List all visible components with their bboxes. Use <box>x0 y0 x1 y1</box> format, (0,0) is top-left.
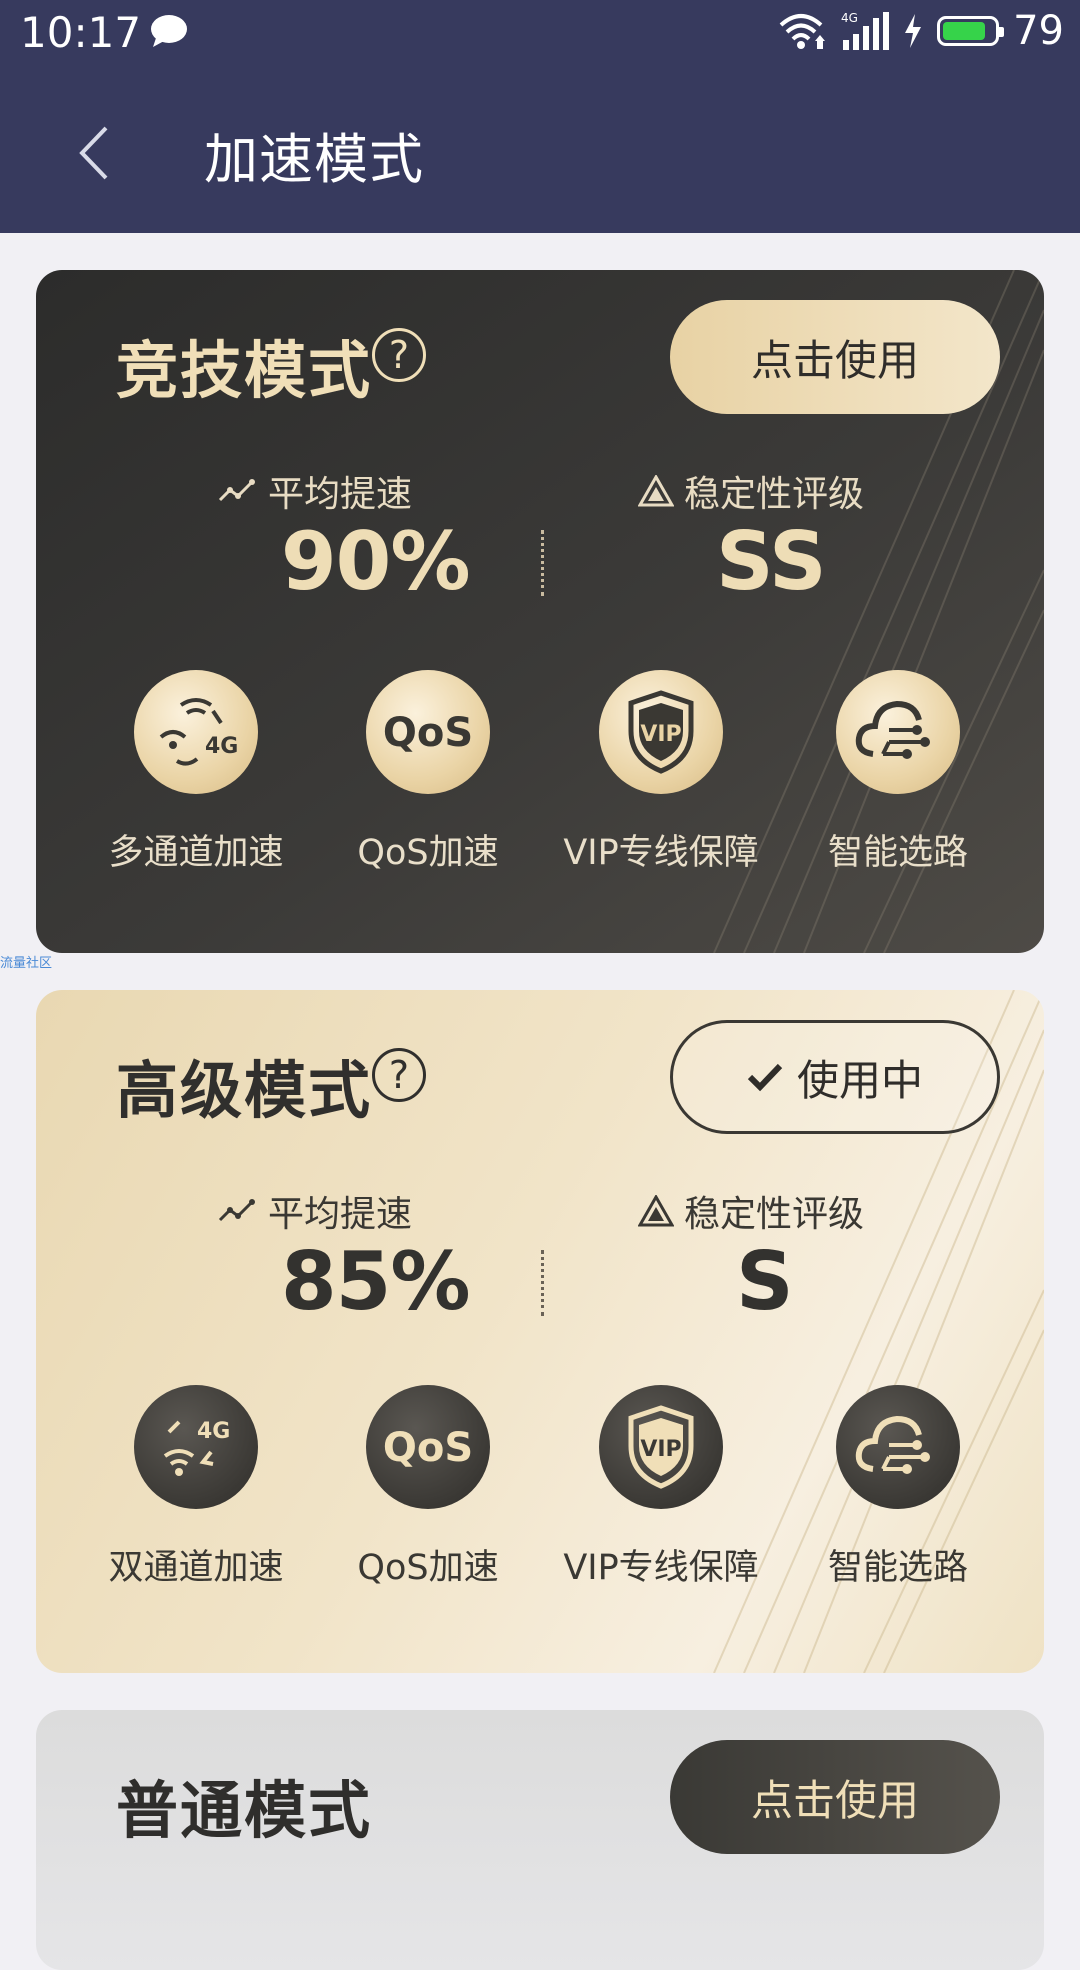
qos-icon-label: QoS <box>383 710 473 756</box>
mode-title: 竞技模式 <box>116 334 373 407</box>
stability-label: 稳定性评级 <box>638 1185 864 1237</box>
help-icon[interactable]: ? <box>372 1048 426 1102</box>
feature-dualchannel: 4G 双通道加速 <box>81 1385 311 1590</box>
feature-qos: QoS QoS加速 <box>313 670 543 875</box>
watermark-text: 流量社区 <box>0 956 53 971</box>
competitive-mode-card: 竞技模式 ? 点击使用 平均提速 90% 稳定性评级 SS 4G 多通道加速 Q… <box>36 270 1044 953</box>
in-use-button[interactable]: 使用中 <box>670 1020 1000 1134</box>
trend-icon <box>218 1199 255 1222</box>
qos-icon-label: QoS <box>383 1425 473 1471</box>
feature-smart-route: 智能选路 <box>783 670 1013 875</box>
use-mode-button[interactable]: 点击使用 <box>670 1740 1000 1854</box>
stat-divider <box>541 1250 544 1316</box>
stability-value: S <box>736 1235 794 1328</box>
avg-speed-label: 平均提速 <box>218 465 412 517</box>
signal-4g-icon: 4G <box>841 11 890 50</box>
normal-mode-card: 普通模式 点击使用 <box>36 1710 1044 1970</box>
mode-title: 高级模式 <box>116 1054 373 1127</box>
feature-vip: VIP VIP专线保障 <box>546 670 776 875</box>
advanced-mode-card: 高级模式 ? 使用中 平均提速 85% 稳定性评级 S 4G 双通道加速 QoS… <box>36 990 1044 1673</box>
feature-qos: QoS QoS加速 <box>313 1385 543 1590</box>
qos-icon: QoS <box>366 1385 490 1509</box>
dualchannel-4g-label: 4G <box>197 1419 230 1444</box>
stability-value: SS <box>716 515 827 608</box>
back-arrow-icon[interactable] <box>70 118 120 188</box>
avg-speed-value: 90% <box>281 515 470 608</box>
multichannel-icon: 4G <box>134 670 258 794</box>
feature-label: 智能选路 <box>827 833 968 873</box>
feature-label: VIP专线保障 <box>563 1548 759 1588</box>
charging-bolt-icon <box>905 14 922 48</box>
cloud-route-icon <box>836 670 960 794</box>
stability-label: 稳定性评级 <box>638 465 864 517</box>
feature-vip: VIP VIP专线保障 <box>546 1385 776 1590</box>
status-bar: 10:17 4G 79 <box>0 0 1080 66</box>
battery-icon <box>937 16 1005 46</box>
wifi-icon <box>779 14 826 49</box>
chat-bubble-icon <box>151 15 187 47</box>
help-icon[interactable]: ? <box>372 328 426 382</box>
feature-smart-route: 智能选路 <box>783 1385 1013 1590</box>
dualchannel-icon: 4G <box>134 1385 258 1509</box>
multichannel-4g-label: 4G <box>205 734 238 759</box>
page-title: 加速模式 <box>204 128 424 191</box>
cloud-route-icon <box>836 1385 960 1509</box>
avg-speed-value: 85% <box>281 1235 470 1328</box>
feature-label: 多通道加速 <box>108 833 284 873</box>
warning-triangle-icon <box>638 1195 674 1227</box>
feature-label: QoS加速 <box>357 833 499 873</box>
battery-level: 79 <box>1013 8 1064 54</box>
status-icons: 4G 79 <box>777 6 1064 56</box>
trend-icon <box>218 479 255 502</box>
use-mode-button[interactable]: 点击使用 <box>670 300 1000 414</box>
qos-icon: QoS <box>366 670 490 794</box>
feature-label: 双通道加速 <box>108 1548 284 1588</box>
warning-triangle-icon <box>638 475 674 507</box>
stat-divider <box>541 530 544 596</box>
status-time: 10:17 <box>20 8 142 57</box>
signal-4g-label: 4G <box>841 11 858 25</box>
check-icon <box>747 1063 783 1092</box>
feature-label: QoS加速 <box>357 1548 499 1588</box>
vip-shield-label: VIP <box>640 722 681 747</box>
avg-speed-label: 平均提速 <box>218 1185 412 1237</box>
top-app-bar: 10:17 4G 79 加速模式 <box>0 0 1080 233</box>
vip-shield-icon: VIP <box>599 1385 723 1509</box>
vip-shield-icon: VIP <box>599 670 723 794</box>
feature-multichannel: 4G 多通道加速 <box>81 670 311 875</box>
feature-label: VIP专线保障 <box>563 833 759 873</box>
feature-label: 智能选路 <box>827 1548 968 1588</box>
vip-shield-label: VIP <box>640 1437 681 1462</box>
mode-title: 普通模式 <box>116 1774 373 1847</box>
